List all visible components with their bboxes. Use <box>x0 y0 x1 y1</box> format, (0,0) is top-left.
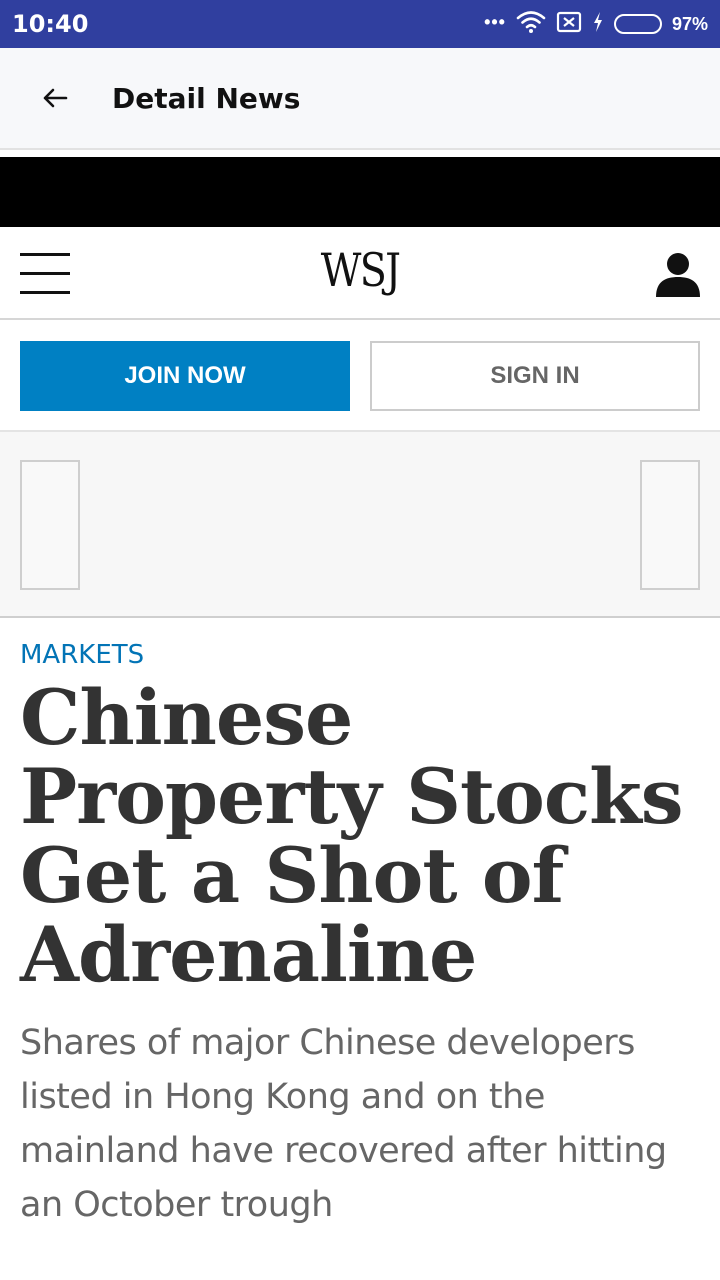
ad-placeholder-left <box>20 460 80 590</box>
join-now-button[interactable]: JOIN NOW <box>20 341 350 411</box>
article: MARKETS Chinese Property Stocks Get a Sh… <box>20 620 710 1232</box>
more-dots-icon: ••• <box>484 11 506 32</box>
page-title: Detail News <box>112 81 301 115</box>
user-account-icon[interactable] <box>654 251 702 299</box>
status-time: 10:40 <box>12 10 89 38</box>
article-headline: Chinese Property Stocks Get a Shot of Ad… <box>20 673 684 999</box>
back-button[interactable] <box>0 48 112 148</box>
status-bar: 10:40 ••• 97% <box>0 0 720 48</box>
sign-in-button[interactable]: SIGN IN <box>370 341 700 411</box>
article-summary: Shares of major Chinese developers liste… <box>20 1023 667 1225</box>
battery-icon <box>613 14 662 34</box>
wsj-header: WSJ <box>0 227 720 320</box>
wifi-icon <box>516 10 546 39</box>
wsj-logo[interactable]: WSJ <box>50 243 669 297</box>
battery-percent: 97% <box>671 13 708 34</box>
ad-banner-black <box>0 157 720 227</box>
auth-actions: JOIN NOW SIGN IN <box>0 322 720 432</box>
sim-off-icon <box>556 11 582 38</box>
section-label[interactable]: MARKETS <box>20 638 710 672</box>
status-icons: ••• 97% <box>484 10 708 39</box>
charging-icon <box>592 11 604 38</box>
app-bar: Detail News <box>0 48 720 150</box>
ad-area <box>0 432 720 618</box>
arrow-left-icon <box>43 88 68 108</box>
ad-placeholder-right <box>640 460 700 590</box>
